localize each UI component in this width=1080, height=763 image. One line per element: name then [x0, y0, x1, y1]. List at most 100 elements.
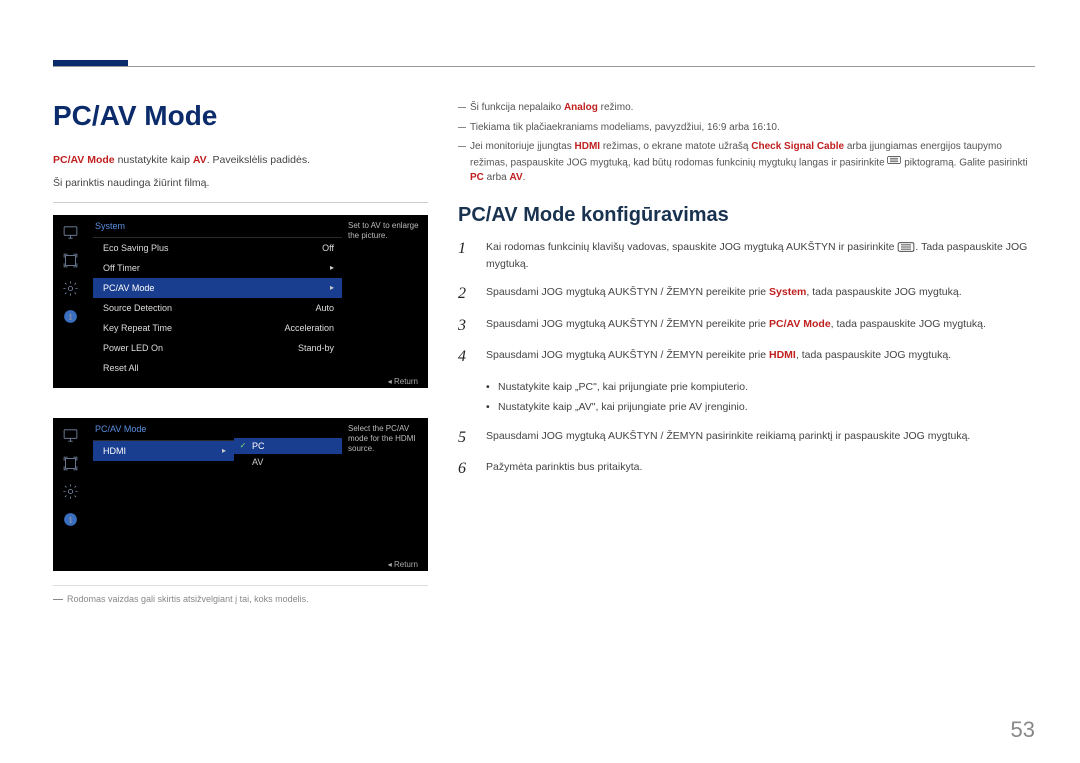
frame-icon — [53, 247, 87, 275]
step-number: 5 — [458, 428, 472, 447]
step-2: 2 Spausdami JOG mygtuką AUKŠTYN / ŽEMYN … — [458, 284, 1035, 303]
osd-row: Eco Saving Plus Off — [93, 238, 342, 258]
osd-header: PC/AV Mode — [93, 424, 234, 438]
subheading: PC/AV Mode konfigūravimas — [458, 204, 1035, 227]
osd-row-label: Eco Saving Plus — [103, 243, 169, 253]
arrow-right-icon: ▸ — [330, 263, 334, 272]
step-number: 1 — [458, 239, 472, 258]
osd-row-label: Key Repeat Time — [103, 323, 172, 333]
step-1: 1 Kai rodomas funkcinių klavišų vadovas,… — [458, 239, 1035, 273]
osd-row-label: HDMI — [103, 446, 126, 456]
osd-row-hdmi: HDMI ▸ — [93, 441, 234, 461]
intro-line-1: PC/AV Mode nustatykite kaip AV. Paveiksl… — [53, 152, 428, 169]
osd-row-label: Source Detection — [103, 303, 172, 313]
osd-sidebar-icons: i — [53, 215, 87, 378]
step-4: 4 Spausdami JOG mygtuką AUKŠTYN / ŽEMYN … — [458, 347, 1035, 366]
osd-row: Source Detection Auto — [93, 298, 342, 318]
page-title: PC/AV Mode — [53, 100, 428, 132]
osd-row-value: Auto — [315, 303, 334, 313]
footnote: Rodomas vaizdas gali skirtis atsižvelgia… — [53, 585, 428, 604]
osd-row-value: Stand-by — [298, 343, 334, 353]
intro-line-2: Ši parinktis naudinga žiūrint filmą. — [53, 175, 428, 192]
step-number: 2 — [458, 284, 472, 303]
step-text: Pažymėta parinktis bus pritaikyta. — [486, 459, 642, 476]
intro-text-suffix: . Paveikslėlis padidės. — [207, 154, 310, 166]
osd-return: Return — [388, 377, 418, 386]
gear-icon — [53, 275, 87, 303]
step-number: 6 — [458, 459, 472, 478]
step-text: Kai rodomas funkcinių klavišų vadovas, s… — [486, 239, 1035, 273]
note-3: Jei monitoriuje įjungtas HDMI režimas, o… — [458, 139, 1035, 186]
osd-row: Power LED On Stand-by — [93, 338, 342, 358]
em-hdmi: HDMI — [769, 349, 796, 361]
intro-em-mode: PC/AV Mode — [53, 154, 115, 166]
check-icon — [238, 457, 248, 467]
osd-main: System Eco Saving PlusOffOff Timer▸PC/AV… — [87, 215, 342, 378]
sub-bullets: Nustatykite kaip „PC", kai prijungiate p… — [486, 378, 1035, 418]
osd-row: Reset All — [93, 358, 342, 378]
bullet-pc: Nustatykite kaip „PC", kai prijungiate p… — [486, 378, 1035, 398]
step-text: Spausdami JOG mygtuką AUKŠTYN / ŽEMYN pe… — [486, 347, 951, 364]
em-check-signal: Check Signal Cable — [751, 141, 844, 152]
note-1: Ši funkcija nepalaiko Analog režimo. — [458, 100, 1035, 116]
step-6: 6 Pažymėta parinktis bus pritaikyta. — [458, 459, 1035, 478]
intro-text: nustatykite kaip — [115, 154, 193, 166]
step-text: Spausdami JOG mygtuką AUKŠTYN / ŽEMYN pe… — [486, 316, 986, 333]
osd-option-label: PC — [252, 441, 265, 451]
osd-row: PC/AV Mode ▸ — [93, 278, 342, 298]
osd-return: Return — [388, 560, 418, 569]
osd-row-label: Reset All — [103, 363, 139, 373]
step-3: 3 Spausdami JOG mygtuką AUKŠTYN / ŽEMYN … — [458, 316, 1035, 335]
notes-block: Ši funkcija nepalaiko Analog režimo. Tie… — [458, 100, 1035, 186]
osd-option-label: AV — [252, 457, 263, 467]
divider — [53, 202, 428, 203]
osd-option: AV — [234, 454, 342, 470]
osd-hint: Select the PC/AV mode for the HDMI sourc… — [342, 418, 428, 561]
osd-system-screenshot: i System Eco Saving PlusOffOff Timer▸PC/… — [53, 215, 428, 388]
osd-main: PC/AV Mode HDMI ▸ — [87, 418, 234, 561]
osd-row-label: PC/AV Mode — [103, 283, 154, 293]
left-column: PC/AV Mode PC/AV Mode nustatykite kaip A… — [53, 100, 428, 604]
step-5: 5 Spausdami JOG mygtuką AUKŠTYN / ŽEMYN … — [458, 428, 1035, 447]
em-pc: PC — [470, 172, 484, 183]
osd-row-value: Acceleration — [284, 323, 334, 333]
intro-em-av: AV — [193, 154, 207, 166]
menu-icon — [887, 155, 901, 171]
intro-block: PC/AV Mode nustatykite kaip AV. Paveiksl… — [53, 152, 428, 192]
em-av: AV — [509, 172, 522, 183]
arrow-right-icon: ▸ — [330, 283, 334, 292]
osd-row-label: Power LED On — [103, 343, 163, 353]
osd-row: Key Repeat Time Acceleration — [93, 318, 342, 338]
osd-sidebar-icons: i — [53, 418, 87, 561]
note-2: Tiekiama tik plačiaekraniams modeliams, … — [458, 120, 1035, 136]
osd-row: Off Timer ▸ — [93, 258, 342, 278]
step-text: Spausdami JOG mygtuką AUKŠTYN / ŽEMYN pe… — [486, 284, 962, 301]
step-number: 3 — [458, 316, 472, 335]
em-system: System — [769, 286, 806, 298]
frame-icon — [53, 450, 87, 478]
em-hdmi: HDMI — [575, 141, 601, 152]
step-text: Spausdami JOG mygtuką AUKŠTYN / ŽEMYN pa… — [486, 428, 970, 445]
em-pcavmode: PC/AV Mode — [769, 318, 831, 330]
page-number: 53 — [1011, 717, 1035, 743]
monitor-icon — [53, 219, 87, 247]
check-icon: ✓ — [238, 441, 248, 451]
osd-row-value: Off — [322, 243, 334, 253]
osd-option: ✓ PC — [234, 438, 342, 454]
info-icon: i — [53, 303, 87, 331]
footnote-text: Rodomas vaizdas gali skirtis atsižvelgia… — [67, 594, 309, 604]
osd-row-label: Off Timer — [103, 263, 140, 273]
gear-icon — [53, 478, 87, 506]
osd-header: System — [93, 221, 342, 235]
osd-options: ✓ PC AV — [234, 418, 342, 561]
info-icon: i — [53, 506, 87, 534]
monitor-icon — [53, 422, 87, 450]
right-column: Ši funkcija nepalaiko Analog režimo. Tie… — [458, 100, 1035, 490]
osd-pcav-screenshot: i PC/AV Mode HDMI ▸ ✓ PC AV Select the PC/… — [53, 418, 428, 571]
osd-hint: Set to AV to enlarge the picture. — [342, 215, 428, 378]
bullet-av: Nustatykite kaip „AV", kai prijungiate p… — [486, 398, 1035, 418]
steps-list: 1 Kai rodomas funkcinių klavišų vadovas,… — [458, 239, 1035, 478]
em-analog: Analog — [564, 102, 598, 113]
step-number: 4 — [458, 347, 472, 366]
menu-icon — [897, 241, 915, 253]
